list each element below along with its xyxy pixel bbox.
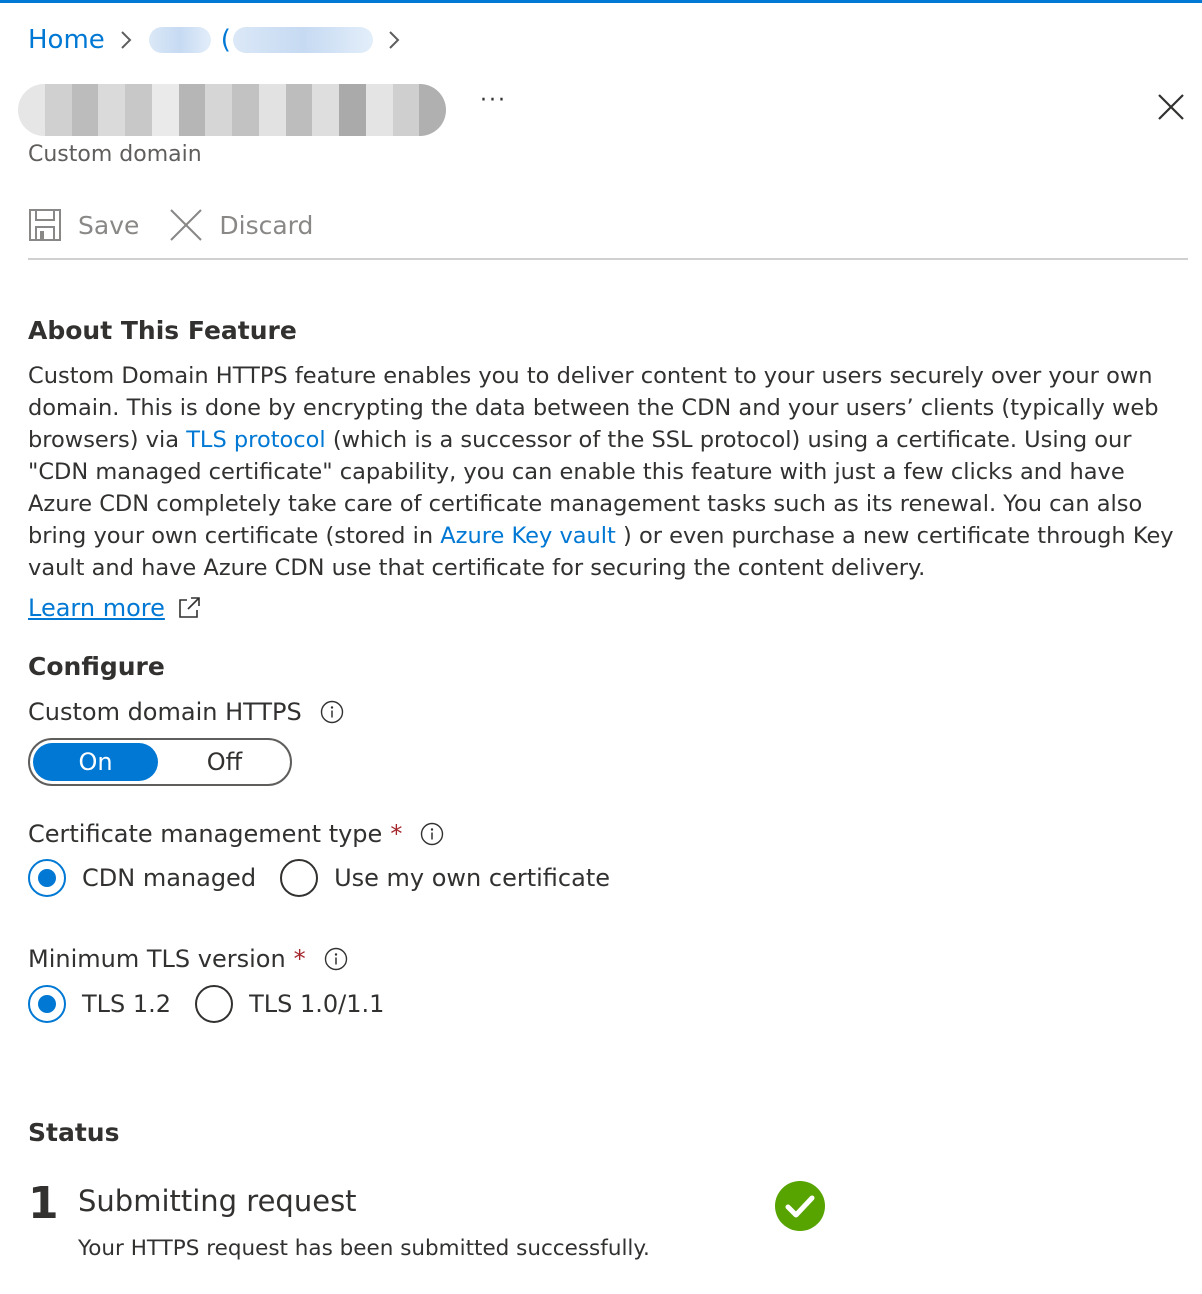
external-link-icon	[179, 597, 200, 618]
radio-option-tls-1-0-1-1[interactable]: TLS 1.0/1.1	[195, 985, 384, 1023]
learn-more-label: Learn more	[28, 594, 165, 622]
breadcrumb-paren: (	[220, 25, 231, 55]
save-label: Save	[78, 210, 140, 240]
radio-dot	[38, 995, 56, 1013]
breadcrumb-redacted-item-2[interactable]	[232, 27, 373, 53]
status-heading: Status	[28, 1118, 120, 1147]
radio-label: TLS 1.2	[82, 990, 172, 1018]
info-icon[interactable]	[320, 700, 344, 724]
close-icon[interactable]	[1156, 92, 1186, 122]
save-icon	[29, 209, 61, 241]
info-icon[interactable]	[324, 947, 348, 971]
required-asterisk: *	[390, 820, 403, 848]
cert-type-label-text: Certificate management type	[28, 820, 383, 848]
save-button[interactable]: Save	[28, 208, 139, 242]
required-asterisk: *	[293, 945, 306, 973]
https-label-text: Custom domain HTTPS	[28, 698, 302, 726]
more-options-button[interactable]: ···	[480, 88, 507, 113]
cert-type-radio-group: CDN managed Use my own certificate	[28, 859, 634, 897]
info-icon[interactable]	[420, 822, 444, 846]
toggle-on-option[interactable]: On	[33, 743, 158, 781]
cert-type-field-label: Certificate management type *	[28, 820, 444, 848]
tls-version-radio-group: TLS 1.2 TLS 1.0/1.1	[28, 985, 408, 1023]
toolbar-divider	[28, 258, 1188, 260]
chevron-right-icon	[389, 31, 400, 49]
radio-button-checked[interactable]	[28, 859, 66, 897]
https-toggle[interactable]: On Off	[28, 738, 292, 786]
top-accent-bar	[0, 0, 1202, 3]
tls-version-field-label: Minimum TLS version *	[28, 945, 348, 973]
tls-version-label-text: Minimum TLS version	[28, 945, 286, 973]
about-heading: About This Feature	[28, 316, 297, 345]
about-description: Custom Domain HTTPS feature enables you …	[28, 360, 1178, 584]
radio-button-checked[interactable]	[28, 985, 66, 1023]
success-check-icon	[775, 1181, 825, 1231]
radio-button[interactable]	[195, 985, 234, 1023]
azure-key-vault-link[interactable]: Azure Key vault	[440, 523, 616, 549]
radio-label: Use my own certificate	[334, 864, 610, 892]
page-title-redacted	[18, 84, 446, 136]
https-field-label: Custom domain HTTPS	[28, 698, 344, 726]
page-subtitle: Custom domain	[28, 142, 202, 167]
learn-more-link[interactable]: Learn more	[28, 594, 201, 622]
radio-option-cdn-managed[interactable]: CDN managed	[28, 859, 256, 897]
radio-option-tls-1-2[interactable]: TLS 1.2	[28, 985, 171, 1023]
toggle-off-option[interactable]: Off	[162, 743, 287, 781]
step-number: 1	[28, 1178, 59, 1229]
breadcrumb: Home (	[28, 22, 417, 58]
breadcrumb-home-link[interactable]: Home	[28, 25, 105, 55]
discard-button[interactable]: Discard	[169, 208, 313, 242]
tls-protocol-link[interactable]: TLS protocol	[186, 427, 326, 453]
radio-option-own-certificate[interactable]: Use my own certificate	[280, 859, 610, 897]
discard-label: Discard	[219, 210, 314, 240]
step-description: Your HTTPS request has been submitted su…	[78, 1236, 650, 1261]
command-bar: Save Discard	[28, 202, 343, 248]
configure-heading: Configure	[28, 652, 165, 681]
radio-label: CDN managed	[82, 864, 257, 892]
radio-button[interactable]	[280, 859, 319, 897]
radio-label: TLS 1.0/1.1	[249, 990, 385, 1018]
radio-dot	[38, 869, 56, 887]
step-title: Submitting request	[78, 1184, 357, 1218]
chevron-right-icon	[121, 31, 132, 49]
discard-icon	[170, 209, 203, 241]
breadcrumb-redacted-item[interactable]	[148, 27, 211, 53]
